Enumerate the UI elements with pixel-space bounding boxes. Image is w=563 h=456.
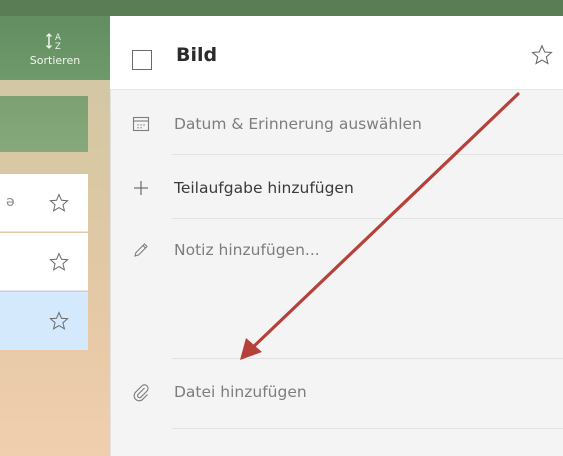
sort-label: Sortieren (29, 53, 81, 67)
star-icon[interactable] (48, 192, 70, 214)
plus-icon (131, 178, 151, 198)
divider (172, 154, 563, 155)
divider (172, 358, 563, 359)
add-file-label[interactable]: Datei hinzufügen (174, 383, 307, 401)
list-item[interactable] (0, 233, 88, 291)
task-detail-header: Bild (110, 16, 563, 90)
add-note-row[interactable]: Notiz hinzufügen... (110, 234, 563, 266)
list-banner (0, 96, 88, 152)
date-reminder-label[interactable]: Datum & Erinnerung auswählen (174, 115, 422, 133)
calendar-icon (131, 114, 151, 134)
pencil-icon (131, 240, 151, 260)
star-icon[interactable] (530, 43, 554, 71)
divider (172, 218, 563, 219)
star-icon[interactable] (48, 310, 70, 332)
star-icon[interactable] (48, 251, 70, 273)
task-title[interactable]: Bild (176, 44, 217, 66)
add-subtask-label[interactable]: Teilaufgabe hinzufügen (174, 179, 354, 197)
app-window: A Z Sortieren ə Bild Datum & Erinnerung … (0, 0, 563, 456)
svg-text:Z: Z (55, 42, 61, 52)
sort-alpha-icon: A Z (44, 30, 66, 52)
window-top-strip (0, 0, 563, 16)
add-file-row[interactable]: Datei hinzufügen (110, 376, 563, 408)
task-list-panel: A Z Sortieren ə (0, 0, 110, 456)
paperclip-icon (131, 382, 151, 402)
add-note-label[interactable]: Notiz hinzufügen... (174, 241, 320, 259)
sort-button[interactable]: A Z Sortieren (0, 20, 110, 76)
list-item-fragment: ə (6, 194, 15, 210)
add-subtask-row[interactable]: Teilaufgabe hinzufügen (110, 172, 563, 204)
date-reminder-row[interactable]: Datum & Erinnerung auswählen (110, 108, 563, 140)
list-item[interactable]: ə (0, 174, 88, 232)
task-complete-checkbox[interactable] (132, 50, 152, 70)
divider (172, 428, 563, 429)
list-item-selected[interactable] (0, 292, 88, 350)
